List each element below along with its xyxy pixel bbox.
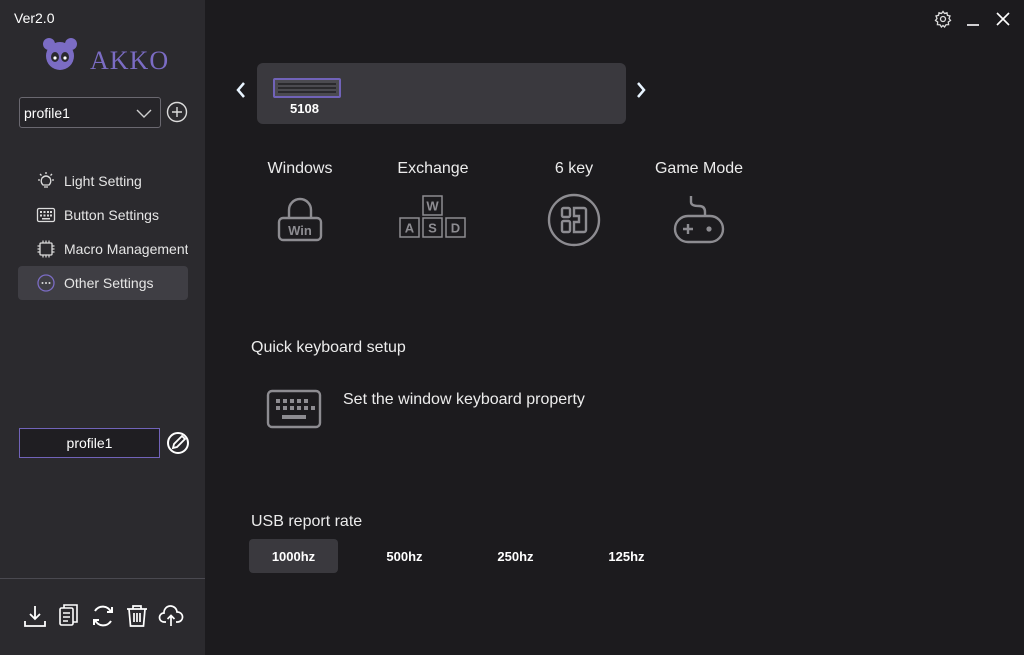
chevron-left-icon[interactable] — [234, 80, 248, 100]
usb-rate-title: USB report rate — [251, 513, 363, 530]
mode-label: Windows — [267, 160, 333, 177]
refresh-icon[interactable] — [90, 603, 116, 629]
cloud-upload-icon[interactable] — [158, 603, 184, 629]
win-lock-icon: Win — [277, 197, 323, 242]
mode-game[interactable]: Game Mode — [652, 160, 746, 253]
keyboard-thumbnail-icon — [273, 78, 341, 98]
profile-dropdown[interactable]: profile1 — [19, 97, 161, 128]
close-icon[interactable] — [994, 10, 1012, 28]
device-name: 5108 — [290, 101, 319, 116]
sidebar-item-label: Light Setting — [64, 173, 142, 189]
mode-windows[interactable]: Windows Win — [262, 160, 338, 253]
sidebar-item-label: Other Settings — [64, 275, 154, 291]
profile-name-field[interactable]: profile1 — [19, 428, 160, 458]
rate-1000hz-button[interactable]: 1000hz — [249, 539, 338, 573]
brand-name: AKKO — [90, 46, 170, 75]
copy-icon[interactable] — [56, 603, 82, 629]
keyboard-icon[interactable] — [266, 389, 322, 429]
sidebar-item-light-setting[interactable]: Light Setting — [18, 164, 188, 198]
key-s: S — [428, 221, 437, 236]
usb-rate-options: 1000hz 500hz 250hz 125hz — [249, 539, 693, 573]
bottom-toolbar — [22, 603, 184, 629]
mode-label: 6 key — [554, 160, 594, 177]
mode-exchange[interactable]: Exchange W A S D — [395, 160, 471, 253]
sidebar-item-label: Macro Management — [64, 241, 188, 257]
rate-500hz-button[interactable]: 500hz — [360, 539, 449, 573]
quick-setup-action[interactable]: Set the window keyboard property — [343, 391, 585, 409]
mode-6key[interactable]: 6 key — [536, 160, 612, 253]
chip-icon — [37, 240, 55, 258]
sidebar-divider — [0, 578, 205, 579]
bulb-icon — [38, 172, 54, 188]
dots-circle-icon — [37, 274, 55, 292]
mode-label: Exchange — [397, 160, 469, 177]
sidebar-item-macro-management[interactable]: Macro Management — [18, 232, 188, 266]
keyboard-grid-icon — [36, 207, 56, 223]
version-label: Ver2.0 — [14, 10, 55, 26]
profile-dropdown-value: profile1 — [24, 104, 70, 121]
sidebar-item-label: Button Settings — [64, 207, 159, 223]
sidebar-item-other-settings[interactable]: Other Settings — [18, 266, 188, 300]
download-icon[interactable] — [22, 603, 48, 629]
key-a: A — [405, 221, 415, 236]
trash-icon[interactable] — [124, 603, 150, 629]
six-key-icon — [547, 193, 601, 247]
rate-250hz-button[interactable]: 250hz — [471, 539, 560, 573]
chevron-down-icon — [136, 109, 152, 118]
quick-setup-title: Quick keyboard setup — [251, 339, 406, 356]
sidebar-item-button-settings[interactable]: Button Settings — [18, 198, 188, 232]
gear-icon[interactable] — [934, 10, 952, 28]
key-d: D — [451, 221, 460, 236]
gamepad-icon — [673, 196, 725, 244]
edit-icon[interactable] — [166, 431, 190, 455]
chevron-right-icon[interactable] — [634, 80, 648, 100]
key-w: W — [426, 199, 439, 214]
minimize-icon[interactable] — [964, 10, 982, 28]
wasd-icon: W A S D — [399, 195, 466, 238]
win-badge-text: Win — [288, 223, 312, 238]
sidebar: Ver2.0 AKKO profile1 Light Setting Butto… — [0, 0, 205, 655]
mode-label: Game Mode — [654, 160, 744, 177]
device-card[interactable]: 5108 — [257, 63, 626, 124]
add-profile-icon[interactable] — [166, 101, 188, 123]
rate-125hz-button[interactable]: 125hz — [582, 539, 671, 573]
sidebar-nav: Light Setting Button Settings Macro Mana… — [18, 164, 188, 300]
